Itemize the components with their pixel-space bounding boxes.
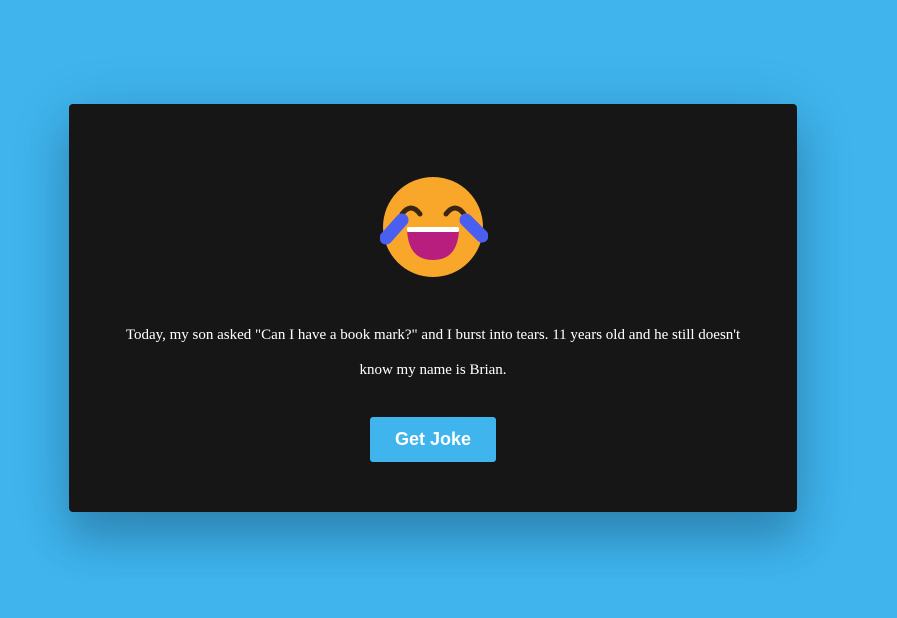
joke-text: Today, my son asked "Can I have a book m… [125, 327, 741, 378]
get-joke-button[interactable]: Get Joke [370, 417, 496, 462]
laughing-tears-emoji-icon [380, 177, 488, 277]
